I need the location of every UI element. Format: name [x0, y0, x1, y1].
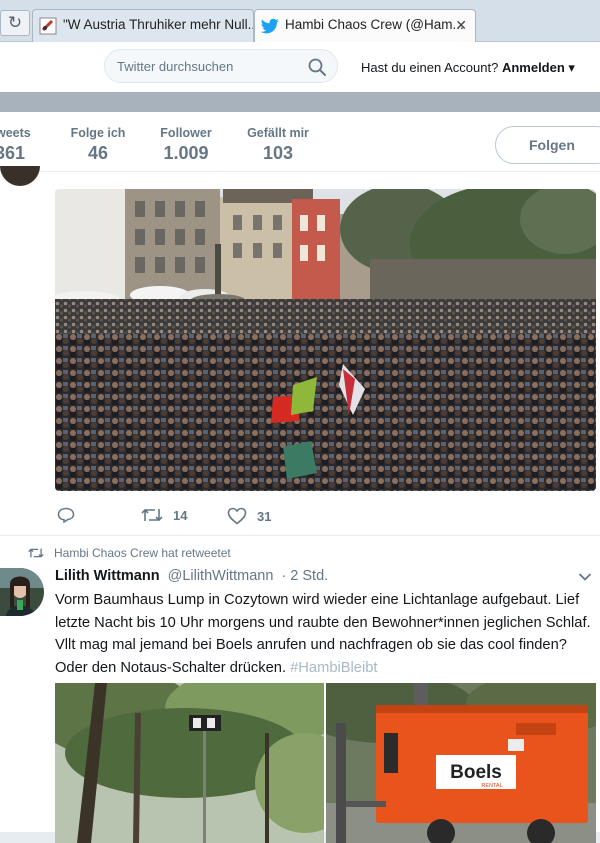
- tweet-actions: 14 31: [0, 507, 600, 531]
- stat-likes[interactable]: Gefällt mir 103: [240, 126, 316, 164]
- profile-avatar-image: [0, 568, 44, 616]
- search-input[interactable]: [117, 59, 297, 74]
- stat-value: 103: [262, 143, 294, 163]
- author-handle[interactable]: @LilithWittmann: [168, 568, 274, 584]
- search-box[interactable]: [104, 49, 338, 83]
- reply-button[interactable]: [57, 507, 85, 523]
- stat-label: Tweets: [0, 126, 31, 140]
- crowd-photo-image: [55, 189, 596, 491]
- stat-tweets[interactable]: Tweets 361: [0, 126, 40, 164]
- like-button[interactable]: 31: [227, 507, 271, 525]
- retweet-button[interactable]: 14: [141, 507, 187, 523]
- follow-button[interactable]: Folgen: [495, 126, 600, 164]
- document-icon: [39, 17, 57, 35]
- forest-photo-image: [55, 683, 324, 843]
- tweet-timestamp[interactable]: · 2 Std.: [281, 568, 328, 584]
- heart-icon: [227, 507, 247, 525]
- retweet-icon: [141, 508, 163, 522]
- author-name[interactable]: Lilith Wittmann: [55, 568, 160, 584]
- search-icon[interactable]: [307, 57, 327, 77]
- retweet-icon: [28, 548, 44, 558]
- account-prompt: Hast du einen Account? Anmelden ▾: [361, 60, 575, 76]
- stat-label: Gefällt mir: [247, 126, 309, 140]
- tweet-header: Lilith Wittmann @LilithWittmann · 2 Std.: [55, 568, 328, 584]
- like-count: 31: [257, 508, 272, 524]
- stat-label: Follower: [160, 126, 212, 140]
- stat-value: 1.009: [163, 143, 209, 163]
- tab-title: "W Austria Thruhiker mehr Null...: [63, 17, 254, 32]
- tweet-photo-generator[interactable]: Boels RENTAL: [326, 683, 596, 843]
- reply-icon: [57, 507, 75, 523]
- stat-label: Folge ich: [70, 126, 126, 140]
- stat-followers[interactable]: Follower 1.009: [152, 126, 220, 164]
- stat-value: 46: [87, 143, 109, 163]
- boels-logo-text: Boels: [450, 762, 502, 783]
- chevron-down-icon[interactable]: ▾: [568, 60, 575, 75]
- account-question: Hast du einen Account?: [361, 60, 499, 75]
- retweet-context: Hambi Chaos Crew hat retweetet: [28, 546, 231, 560]
- browser-tab-1[interactable]: "W Austria Thruhiker mehr Null... ✕: [32, 9, 254, 42]
- profile-nav: Tweets 361 Folge ich 46 Follower 1.009 G…: [0, 112, 600, 172]
- close-icon[interactable]: ✕: [455, 17, 467, 34]
- generator-photo-image: Boels RENTAL: [326, 683, 596, 843]
- login-link[interactable]: Anmelden: [502, 60, 565, 75]
- timeline: 14 31 Hambi Chaos Crew hat retweetet Lil…: [0, 166, 600, 843]
- chevron-down-icon[interactable]: [578, 572, 592, 582]
- browser-tab-strip: ↻ "W Austria Thruhiker mehr Null... ✕ Ha…: [0, 0, 600, 42]
- boels-logo-subtext: RENTAL: [481, 783, 502, 789]
- stat-following[interactable]: Folge ich 46: [64, 126, 132, 164]
- stat-value: 361: [0, 143, 26, 163]
- twitter-header: Hast du einen Account? Anmelden ▾: [0, 42, 600, 92]
- retweet-count: 14: [173, 507, 188, 523]
- twitter-bird-icon: [261, 18, 279, 34]
- tweet-photo-forest[interactable]: [55, 683, 324, 843]
- refresh-button[interactable]: ↻: [0, 10, 30, 36]
- avatar[interactable]: [0, 568, 44, 616]
- tweet-text: Vorm Baumhaus Lump in Cozytown wird wied…: [55, 589, 593, 679]
- profile-cover-image: [0, 92, 600, 112]
- tweet-photo-crowd[interactable]: [55, 189, 596, 491]
- hashtag-link[interactable]: #HambiBleibt: [290, 660, 377, 676]
- tab-title: Hambi Chaos Crew (@Ham...: [285, 17, 464, 32]
- avatar[interactable]: [0, 166, 40, 186]
- tweet-divider: [0, 535, 600, 536]
- browser-tab-2[interactable]: Hambi Chaos Crew (@Ham... ✕: [254, 9, 476, 42]
- retweet-notice[interactable]: Hambi Chaos Crew hat retweetet: [54, 546, 231, 560]
